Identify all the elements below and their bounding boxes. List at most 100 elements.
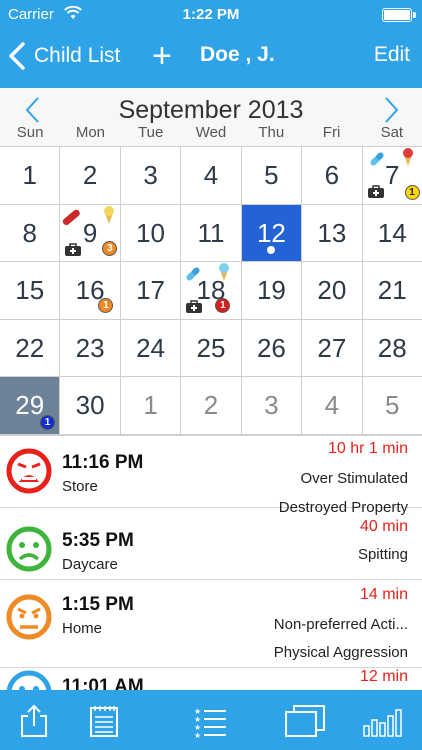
calendar-day[interactable]: 17 — [121, 262, 182, 319]
next-month-button[interactable] — [384, 96, 400, 124]
weekday-label: Sat — [380, 124, 404, 141]
frustrated-face-icon — [6, 594, 52, 640]
neutral-face-icon — [6, 670, 52, 690]
event-row[interactable]: 11:16 PM Store 10 hr 1 min Over Stimulat… — [0, 436, 422, 516]
pill-icon — [369, 152, 384, 166]
calendar-day[interactable]: 22 — [0, 319, 61, 377]
calendar-day[interactable]: 20 — [302, 262, 363, 319]
calendar-day[interactable]: 8 — [0, 204, 61, 262]
event-behavior: Physical Aggression — [273, 644, 408, 661]
ice-cream-icon — [219, 263, 230, 282]
event-row[interactable]: 5:35 PM Daycare 40 min Spitting — [0, 518, 422, 580]
bar-chart-icon[interactable] — [362, 704, 406, 738]
event-place: Store — [62, 478, 98, 495]
calendar-day[interactable]: 30 — [60, 377, 121, 434]
event-row[interactable]: 11:01 AM 12 min — [0, 668, 422, 690]
calendar-day[interactable]: 28 — [363, 320, 422, 377]
calendar-day[interactable]: 1 — [0, 147, 61, 204]
calendar-day[interactable]: 3 — [121, 147, 182, 204]
event-row[interactable]: 1:15 PM Home 14 min Non-preferred Acti..… — [0, 580, 422, 668]
calendar-day[interactable]: 2 — [60, 147, 121, 204]
status-bar: Carrier 1:22 PM — [0, 0, 422, 30]
calendar-day[interactable]: 5 — [242, 147, 303, 204]
calendar-day-next-month[interactable]: 5 — [363, 377, 422, 434]
event-count-badge: 3 — [102, 240, 118, 256]
navigation-bar: Child List + Doe , J. Edit — [0, 30, 422, 88]
calendar-day[interactable]: 14 — [363, 205, 422, 262]
event-behavior: Over Stimulated — [300, 470, 408, 487]
medical-kit-icon — [65, 242, 82, 256]
calendar-day[interactable]: 19 — [242, 262, 303, 319]
calendar-day[interactable]: 24 — [121, 319, 182, 377]
selected-day-dot — [267, 246, 276, 255]
add-button[interactable]: + — [152, 36, 172, 76]
back-button-label: Child List — [34, 44, 121, 67]
sad-face-icon — [6, 526, 52, 572]
event-time: 5:35 PM — [62, 530, 134, 551]
list-icon[interactable]: ★ ★ ★ ★ — [192, 704, 228, 738]
top-bar: Carrier 1:22 PM Child List + Doe , J. Ed… — [0, 0, 422, 88]
medical-kit-icon — [186, 300, 203, 314]
ice-cream-icon — [104, 205, 115, 224]
notepad-icon[interactable] — [86, 704, 122, 738]
event-count-badge: 1 — [98, 298, 114, 314]
calendar-week: 15 16 1 17 18 1 19 20 21 — [0, 261, 422, 319]
event-count-badge: 1 — [404, 185, 420, 200]
calendar-day[interactable]: 26 — [242, 319, 303, 377]
calendar-day[interactable]: 10 — [121, 204, 182, 262]
event-behavior: Spitting — [357, 546, 408, 563]
calendar-day[interactable]: 15 — [0, 262, 61, 319]
calendar-week: 8 9 3 10 11 12 13 14 — [0, 203, 422, 262]
calendar-day-selected[interactable]: 12 — [241, 204, 303, 262]
event-duration: 14 min — [359, 586, 408, 603]
calendar-day-next-month[interactable]: 1 — [121, 377, 182, 434]
page-title: Doe , J. — [200, 43, 275, 66]
calendar-day-today[interactable]: 29 1 — [0, 377, 61, 434]
calendar-week: 22 23 24 25 26 27 28 — [0, 318, 422, 377]
weekday-label: Wed — [195, 124, 227, 141]
back-button[interactable]: Child List — [8, 42, 120, 70]
weekday-label: Fri — [322, 124, 341, 141]
weekday-label: Sun — [16, 124, 44, 141]
calendar-day-next-month[interactable]: 2 — [181, 377, 242, 434]
status-time: 1:22 PM — [182, 6, 240, 23]
calendar-day[interactable]: 11 — [181, 204, 242, 262]
bottom-toolbar: ★ ★ ★ ★ — [0, 690, 422, 750]
calendar-day[interactable]: 18 1 — [181, 262, 242, 319]
calendar-grid: 1 2 3 4 5 6 7 1 8 9 3 10 11 12 13 14 15 … — [0, 146, 422, 434]
calendar-day[interactable]: 7 1 — [363, 147, 422, 204]
calendar-day[interactable]: 6 — [302, 147, 363, 204]
calendar-day-next-month[interactable]: 3 — [242, 377, 303, 434]
calendar-day[interactable]: 9 3 — [60, 204, 121, 262]
event-duration: 10 hr 1 min — [327, 440, 408, 457]
calendar-day[interactable]: 16 1 — [60, 262, 121, 319]
event-count-badge: 1 — [40, 415, 55, 431]
event-duration: 12 min — [359, 668, 408, 685]
event-count-badge: 1 — [215, 298, 231, 314]
battery-icon — [382, 8, 416, 22]
sausage-icon — [63, 209, 81, 225]
chevron-left-icon — [9, 42, 25, 70]
calendar-day[interactable]: 27 — [302, 319, 363, 377]
share-icon[interactable] — [16, 704, 52, 738]
calendar-day-next-month[interactable]: 4 — [302, 377, 363, 434]
event-time: 11:16 PM — [62, 452, 144, 473]
event-place: Daycare — [62, 556, 118, 573]
month-label: September 2013 — [118, 96, 304, 124]
event-time: 1:15 PM — [62, 594, 134, 615]
calendar-day[interactable]: 23 — [60, 319, 121, 377]
event-place: Home — [62, 620, 103, 637]
weekday-header: Sun Mon Tue Wed Thu Fri Sat — [0, 124, 422, 141]
weekday-label: Mon — [75, 124, 106, 141]
angry-face-icon — [6, 448, 52, 494]
calendar-day[interactable]: 21 — [363, 262, 422, 319]
event-time: 11:01 AM — [62, 676, 144, 690]
event-behavior: Non-preferred Acti... — [273, 616, 408, 633]
calendar-day[interactable]: 13 — [302, 204, 363, 262]
calendar-week: 29 1 30 1 2 3 4 5 — [0, 376, 422, 434]
calendar-day[interactable]: 4 — [181, 147, 242, 204]
calendar-day[interactable]: 25 — [181, 319, 242, 377]
edit-button[interactable]: Edit — [374, 43, 410, 67]
pill-icon — [186, 267, 200, 281]
windows-icon[interactable] — [284, 704, 326, 738]
